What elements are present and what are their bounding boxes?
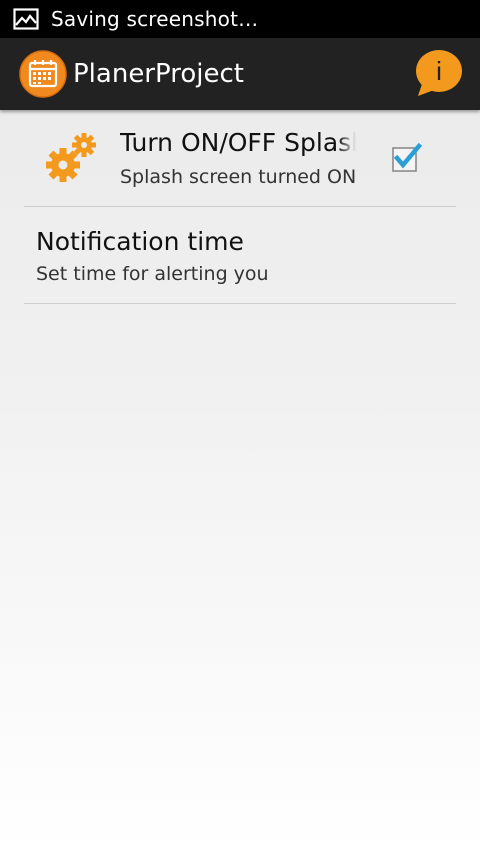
notification-preference-summary: Set time for alerting you xyxy=(36,263,269,285)
splash-checkbox[interactable] xyxy=(390,142,422,174)
info-icon: i xyxy=(416,50,462,96)
status-notification-text: Saving screenshot… xyxy=(51,7,259,31)
action-bar: PlanerProject i xyxy=(0,38,480,110)
info-button[interactable]: i xyxy=(414,48,464,100)
splash-preference-summary: Splash screen turned ON xyxy=(120,166,357,188)
calendar-icon[interactable] xyxy=(19,50,67,98)
info-icon-glyph: i xyxy=(436,56,442,86)
notification-time-preference[interactable]: Notification time Set time for alerting … xyxy=(24,207,456,304)
gears-icon xyxy=(46,133,96,182)
splash-screen-preference[interactable]: Turn ON/OFF Splash screen Splash screen … xyxy=(24,112,456,207)
notification-preference-title: Notification time xyxy=(36,227,244,256)
splash-preference-title: Turn ON/OFF Splash screen xyxy=(120,128,356,164)
app-title: PlanerProject xyxy=(73,59,244,89)
image-icon xyxy=(13,8,39,30)
status-bar: Saving screenshot… xyxy=(0,0,480,38)
